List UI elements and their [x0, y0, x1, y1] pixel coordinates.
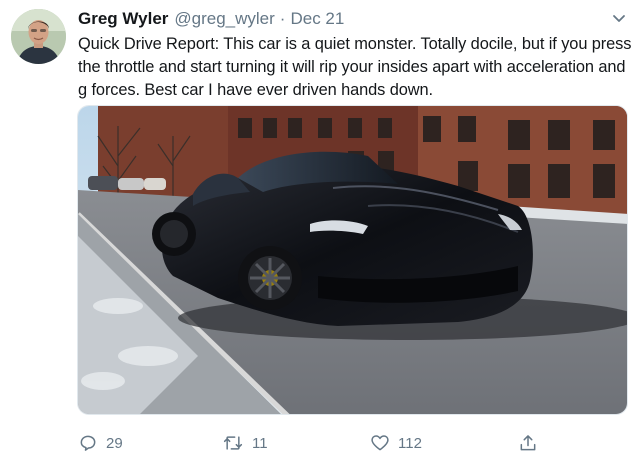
avatar[interactable] [11, 9, 66, 64]
tweet-actions: 29 11 112 [78, 431, 634, 455]
heart-icon [370, 433, 390, 453]
display-name[interactable]: Greg Wyler [78, 9, 168, 29]
tweet-card: Greg Wyler @greg_wyler · Dec 21 Quick Dr… [0, 0, 641, 467]
separator-dot: · [279, 9, 286, 28]
reply-icon [78, 433, 98, 453]
tweet-date[interactable]: Dec 21 [290, 9, 344, 29]
tweet-photo[interactable] [77, 105, 628, 415]
tweet-header: Greg Wyler @greg_wyler · Dec 21 [78, 9, 344, 31]
share-button[interactable] [518, 431, 538, 455]
reply-count: 29 [106, 434, 123, 452]
retweet-button[interactable]: 11 [222, 431, 268, 455]
car-photo [78, 106, 627, 414]
reply-button[interactable]: 29 [78, 431, 123, 455]
share-icon [518, 433, 538, 453]
user-handle[interactable]: @greg_wyler [174, 9, 274, 29]
like-count: 112 [398, 434, 422, 452]
avatar-image [11, 9, 66, 64]
chevron-down-icon[interactable] [609, 11, 629, 27]
retweet-count: 11 [252, 434, 268, 452]
tweet-text: Quick Drive Report: This car is a quiet … [78, 35, 632, 99]
like-button[interactable]: 112 [370, 431, 422, 455]
retweet-icon [222, 433, 244, 453]
